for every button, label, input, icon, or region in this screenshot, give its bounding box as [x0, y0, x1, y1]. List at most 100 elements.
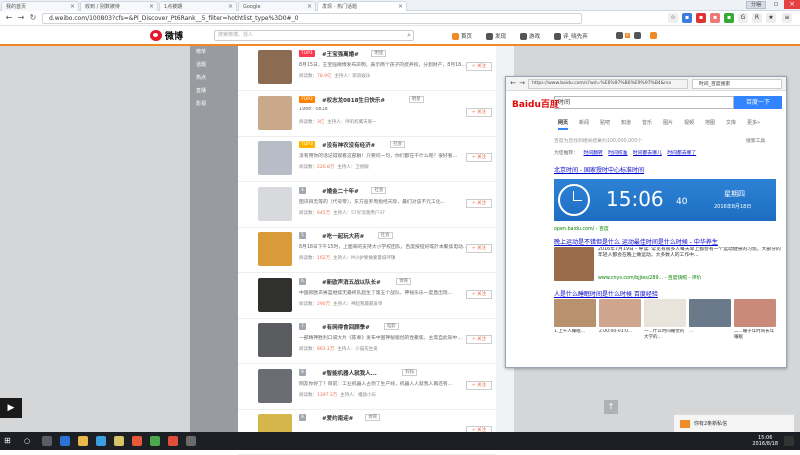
nav-game[interactable]: 游戏: [520, 32, 540, 40]
result-thumbnail[interactable]: [554, 247, 594, 281]
forward-icon[interactable]: →: [16, 13, 26, 23]
topic-row[interactable]: TOP2 #权志龙0818生日快乐# 明星 1988♡0818 阅读数：3亿 主持人：呼…: [238, 92, 496, 137]
result-url[interactable]: open.baidu.com/ - 百度: [554, 225, 609, 232]
baidu-tab[interactable]: 文库: [726, 119, 736, 126]
messages-button[interactable]: 2: [616, 32, 630, 39]
baidu-search-button[interactable]: 百度一下: [734, 96, 782, 109]
result-title-link[interactable]: 北京时间 - 国家授时中心标准时间: [554, 165, 644, 174]
close-window-icon[interactable]: ×: [784, 0, 800, 9]
result-url[interactable]: www.cnys.com/bjjies/289... - 百度快照 - 评价: [598, 274, 701, 281]
minimize-icon[interactable]: –: [752, 0, 768, 9]
result-image[interactable]: [644, 299, 686, 327]
topic-title[interactable]: #没有神农没有经济#: [322, 141, 375, 149]
follow-button[interactable]: + 关注: [466, 107, 492, 117]
baidu-tab[interactable]: 知道: [621, 119, 631, 126]
reload-icon[interactable]: ↻: [28, 13, 38, 23]
play-button[interactable]: ▶: [0, 398, 22, 418]
notification-toast[interactable]: 你有2条新私信: [674, 414, 794, 432]
back-to-top-icon[interactable]: ↑: [604, 400, 618, 414]
settings-button[interactable]: [634, 32, 641, 39]
recommend-link[interactable]: 时间都去哪儿: [633, 151, 662, 156]
baidu-search-input[interactable]: 时间: [554, 96, 734, 109]
baidu-tab[interactable]: 视频: [684, 119, 694, 126]
close-icon[interactable]: ×: [307, 3, 312, 10]
topic-thumbnail[interactable]: [258, 95, 292, 130]
baidu-tab[interactable]: 贴吧: [600, 119, 610, 126]
search-icon[interactable]: ⌕: [407, 31, 411, 40]
tab-google[interactable]: Google ×: [238, 1, 316, 11]
baidu-logo[interactable]: Baidu百度: [512, 97, 559, 110]
image-caption[interactable]: 二...睡子年时间长年睡眠: [734, 329, 776, 341]
topic-title[interactable]: #新欧声消五战以队长#: [322, 278, 381, 286]
notification-center-icon[interactable]: [784, 436, 794, 446]
recommend-link[interactable]: 时间都去哪了: [667, 151, 696, 156]
search-tools-button[interactable]: 搜索工具: [746, 137, 765, 144]
topic-row[interactable]: 6 #新欧声消五战以队长# 体育 中国新欧声男篮继续无最终队超生了第五个战队，神秘乐乐…: [238, 274, 496, 319]
leftnav-item[interactable]: 影视: [196, 100, 206, 107]
topic-row[interactable]: 7 #有网得食回顾季# 电影 一部精神胜利口袋大片《陈奉》发布中国神秘版创的性聚焦，主…: [238, 319, 496, 364]
star-icon[interactable]: ☆: [668, 13, 678, 23]
chrome-icon[interactable]: [168, 436, 178, 446]
follow-button[interactable]: + 关注: [466, 289, 492, 299]
extension-icon[interactable]: ▪: [682, 13, 692, 23]
follow-button[interactable]: + 关注: [466, 198, 492, 208]
follow-button[interactable]: + 关注: [466, 335, 492, 344]
recommend-link[interactable]: 时间翻转: [584, 151, 603, 156]
topic-thumbnail[interactable]: [258, 50, 292, 84]
tab-inbox[interactable]: 收到 / 别数被待 ×: [80, 1, 158, 11]
maximize-icon[interactable]: ▫: [768, 0, 784, 9]
topic-row[interactable]: TOP3 #没有神农没有经济# 社会 没有用你的话记得观看这部群！只要问一句，你们都在…: [238, 137, 496, 182]
image-caption[interactable]: 1.上午人睡眠...: [554, 329, 596, 341]
folder-icon[interactable]: [78, 436, 88, 446]
topic-row[interactable]: 8 #智能机器人就我人... 科技 网友你好了？目前：工业机器人占领了生产线，机器人人…: [238, 365, 496, 410]
search-input[interactable]: 搜索微博、找人 ⌕: [214, 30, 414, 41]
leftnav-item[interactable]: 话题: [196, 61, 206, 68]
post-button[interactable]: [650, 32, 657, 39]
forward-icon[interactable]: →: [517, 78, 527, 88]
nav-home[interactable]: 首页: [452, 32, 472, 40]
image-caption[interactable]: ...: [689, 329, 731, 341]
image-caption[interactable]: 一...什么时间睡觉的大学的...: [644, 329, 686, 341]
popup-url-field[interactable]: https://www.baidu.com/s?wd=%E6%97%B6%E9%…: [528, 79, 688, 89]
close-icon[interactable]: ×: [398, 3, 403, 10]
nav-discover[interactable]: 发现: [486, 32, 506, 40]
result-image[interactable]: [554, 299, 596, 327]
baidu-tab[interactable]: 音乐: [642, 119, 652, 126]
follow-button[interactable]: + 关注: [466, 244, 492, 253]
topic-thumbnail[interactable]: [258, 141, 292, 175]
menu-icon[interactable]: ≡: [782, 13, 792, 23]
app-icon[interactable]: [150, 436, 160, 446]
app-icon[interactable]: [114, 436, 124, 446]
weibo-logo[interactable]: 微博: [150, 29, 183, 42]
topic-title[interactable]: #爱约南迎#: [322, 414, 353, 422]
topic-title[interactable]: #吃一起玩大药#: [322, 232, 364, 240]
app-icon[interactable]: [186, 436, 196, 446]
result-image[interactable]: [734, 299, 776, 327]
close-icon[interactable]: ×: [228, 3, 233, 10]
leftnav-item[interactable]: 热点: [196, 74, 206, 81]
topic-title[interactable]: #有网得食回顾季#: [322, 323, 370, 331]
extension-icon[interactable]: ★: [766, 13, 776, 23]
follow-button[interactable]: + 关注: [466, 380, 492, 390]
close-icon[interactable]: ×: [70, 3, 75, 10]
result-title-link[interactable]: 晚上运动是不错但是什么 运动最佳时间是什么时候 - 中华养生: [554, 237, 784, 246]
result-image[interactable]: [689, 299, 731, 327]
topic-title[interactable]: #王宝强离婚#: [322, 50, 359, 58]
image-caption[interactable]: 2.00:00-01:0...: [599, 329, 641, 341]
tab-third[interactable]: 1点被期 ×: [159, 1, 237, 11]
edge-icon[interactable]: [60, 436, 70, 446]
recommend-link[interactable]: 时间校准: [608, 151, 627, 156]
nav-profile[interactable]: 评_晓先弃: [554, 32, 588, 40]
baidu-tab[interactable]: 新闻: [579, 119, 589, 126]
result-image[interactable]: [599, 299, 641, 327]
topic-thumbnail[interactable]: [258, 277, 292, 312]
leftnav-item[interactable]: 榜单: [196, 48, 206, 55]
tab-home[interactable]: 我的首页 ×: [1, 1, 79, 11]
leftnav-item[interactable]: 直播: [196, 87, 206, 94]
baidu-tab[interactable]: 地图: [705, 119, 715, 126]
topic-thumbnail[interactable]: [258, 186, 292, 221]
popup-tab[interactable]: 时间_百度搜索: [692, 79, 782, 89]
close-icon[interactable]: ×: [149, 3, 154, 10]
extension-icon[interactable]: ▪: [724, 13, 734, 23]
topic-title[interactable]: #权志龙0818生日快乐#: [322, 96, 385, 104]
